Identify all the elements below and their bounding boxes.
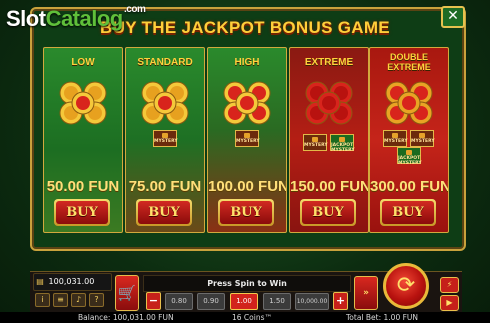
bet-option-selected[interactable]: 1.00 — [230, 293, 258, 310]
play-button[interactable]: ▶ — [440, 295, 459, 311]
wallet-icon: ▤ — [36, 277, 44, 286]
jackpot-mystery-symbol: JACKPOT MYSTERY — [330, 134, 355, 153]
option-name: HIGH — [234, 57, 260, 68]
buy-button[interactable]: BUY — [218, 199, 274, 226]
coins-icon — [305, 81, 353, 125]
buy-button[interactable]: BUY — [54, 199, 110, 226]
turbo-button[interactable]: ⚡ — [440, 277, 459, 293]
bet-option[interactable]: 0.80 — [165, 293, 193, 310]
help-icon[interactable]: ? — [89, 293, 104, 307]
spin-icon: ⟳ — [396, 273, 416, 298]
play-icon: ▶ — [446, 298, 453, 307]
footer-bar: Balance: 100,031.00 FUN 16 Coins™ Total … — [0, 312, 490, 323]
buy-button-label: BUY — [302, 201, 354, 224]
option-name: LOW — [71, 57, 95, 68]
option-price: 75.00 FUN — [128, 178, 202, 195]
dialog-title: BUY THE JACKPOT BONUS GAME — [100, 18, 390, 37]
spin-button[interactable]: ⟳ — [383, 263, 429, 309]
balance-display: ▤ 100,031.00 — [33, 273, 112, 291]
balance-value: 100,031.00 — [48, 277, 95, 286]
watermark-logo: SlotCatalog .com — [6, 4, 146, 31]
buy-button[interactable]: BUY — [380, 199, 436, 226]
mystery-symbol: MYSTERY — [383, 130, 408, 147]
coins-icon — [385, 81, 433, 125]
buy-button-label: BUY — [138, 201, 190, 224]
buy-button[interactable]: BUY — [136, 199, 192, 226]
coins-icon — [223, 81, 271, 125]
mystery-symbol: MYSTERY — [235, 130, 260, 147]
info-icon[interactable]: i — [35, 293, 50, 307]
buy-button-label: BUY — [56, 201, 108, 224]
buy-button-label: BUY — [220, 201, 272, 224]
turbo-icon: ⚡ — [446, 280, 453, 289]
option-price: 50.00 FUN — [46, 178, 120, 195]
autoplay-icon: » — [363, 288, 369, 298]
menu-icon[interactable]: ≡ — [53, 293, 68, 307]
option-price: 300.00 FUN — [370, 178, 449, 195]
bet-increase-button[interactable]: + — [333, 292, 348, 310]
option-price: 150.00 FUN — [290, 178, 369, 195]
option-name: STANDARD — [137, 57, 193, 68]
mystery-symbol: MYSTERY — [410, 130, 435, 147]
bonus-option-card: DOUBLE EXTREME MYSTERY MYSTERY JACKPOT MYST… — [369, 47, 449, 233]
jackpot-mystery-symbol: JACKPOT MYSTERY — [397, 147, 422, 166]
coins-icon — [59, 81, 107, 125]
mystery-symbol: MYSTERY — [153, 130, 178, 147]
bet-option[interactable]: 1.50 — [263, 293, 291, 310]
buy-button[interactable]: BUY — [300, 199, 356, 226]
close-button[interactable]: ✕ — [441, 6, 465, 28]
bet-option[interactable]: 10,000.00 — [295, 293, 329, 310]
sound-icon[interactable]: ♪ — [71, 293, 86, 307]
footer-balance: Balance: 100,031.00 FUN — [78, 313, 174, 322]
bonus-option-card: HIGH MYSTERY 100.00 FUN BUY — [207, 47, 287, 233]
bet-decrease-button[interactable]: − — [146, 292, 161, 310]
footer-game-name: 16 Coins™ — [232, 313, 272, 322]
option-name: EXTREME — [304, 57, 354, 68]
bet-option[interactable]: 0.90 — [197, 293, 225, 310]
footer-total-bet: Total Bet: 1.00 FUN — [346, 313, 419, 322]
mystery-symbol: MYSTERY — [303, 134, 328, 151]
bonus-buy-button[interactable]: 🛒 — [115, 275, 139, 311]
buy-button-label: BUY — [382, 201, 434, 224]
autoplay-button[interactable]: » — [354, 276, 378, 310]
coins-icon — [141, 81, 189, 125]
status-message: Press Spin to Win — [143, 275, 351, 292]
bonus-option-card: LOW 50.00 FUN BUY — [43, 47, 123, 233]
bonus-option-card: STANDARD MYSTERY 75.00 FUN BUY — [125, 47, 205, 233]
option-name: DOUBLE EXTREME — [387, 52, 431, 72]
cart-icon: 🛒 — [117, 284, 137, 302]
bonus-option-card: EXTREME MYSTERY JACKPOT MYSTERY 150.00 FUN B… — [289, 47, 369, 233]
option-price: 100.00 FUN — [208, 178, 287, 195]
